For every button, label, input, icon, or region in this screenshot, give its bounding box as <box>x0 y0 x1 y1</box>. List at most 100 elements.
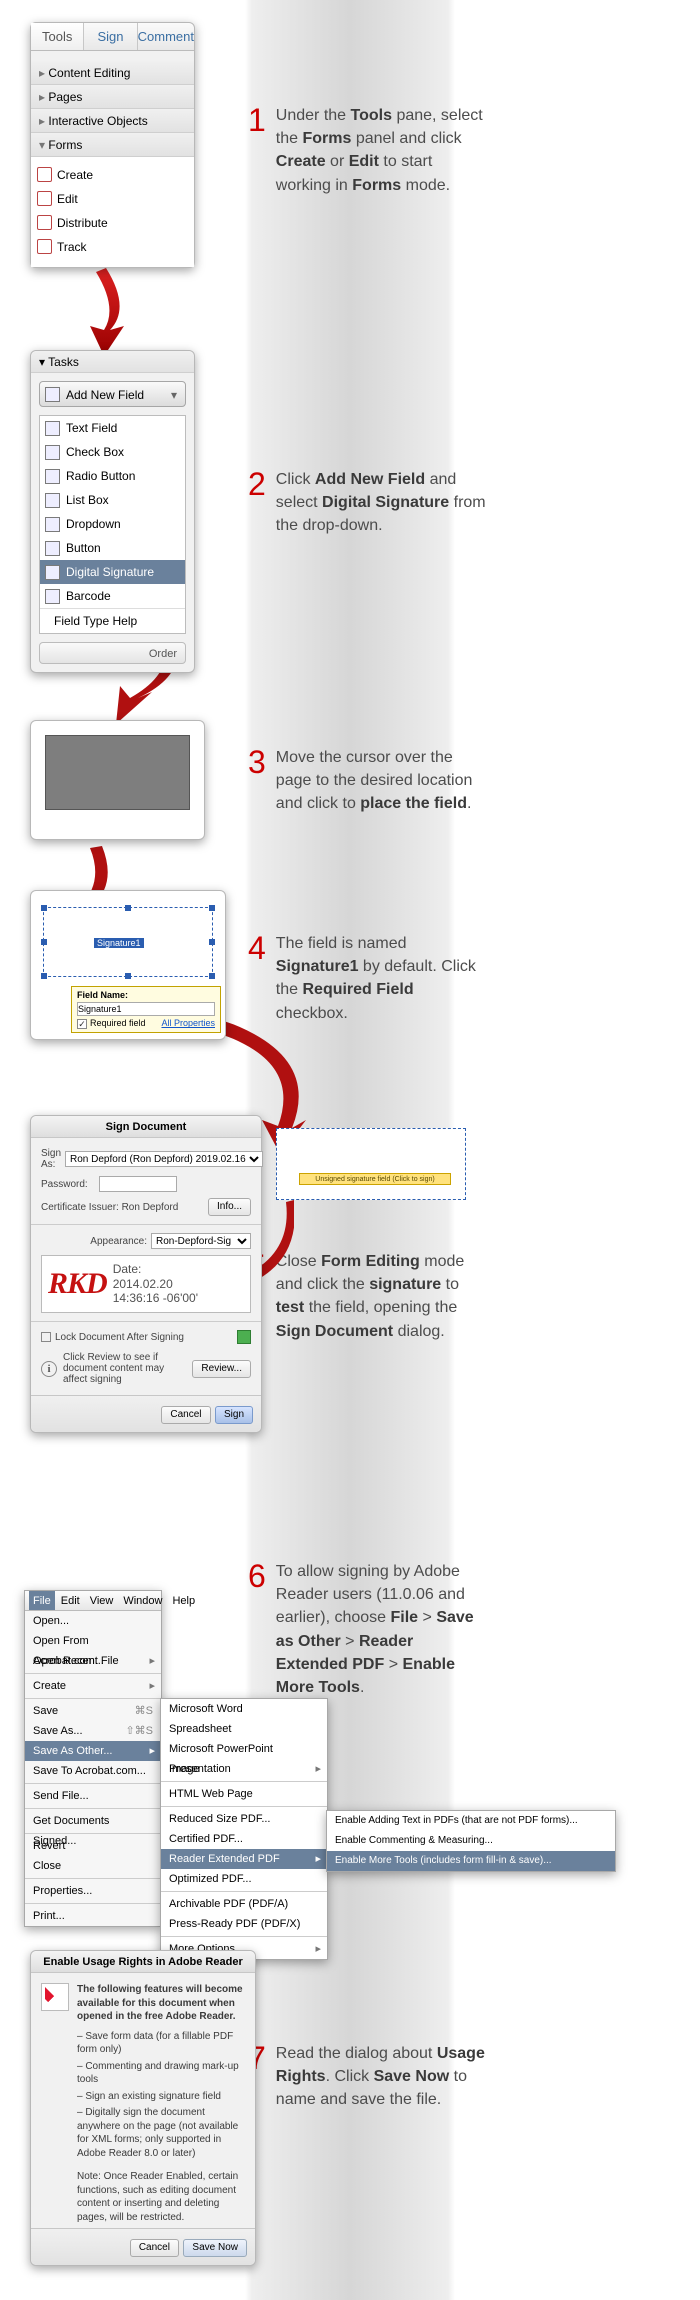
mi-properties[interactable]: Properties... <box>25 1881 161 1901</box>
mi-optimized[interactable]: Optimized PDF... <box>161 1869 327 1889</box>
usage-intro: The following features will become avail… <box>77 1983 245 2024</box>
step-text: Click Add New Field and select Digital S… <box>276 468 486 538</box>
tab-sign[interactable]: Sign <box>84 23 137 50</box>
usage-item: – Save form data (for a fillable PDF for… <box>77 2030 245 2057</box>
item-label: Digital Signature <box>66 565 154 579</box>
item-label: Distribute <box>57 216 108 230</box>
cancel-button[interactable]: Cancel <box>161 1406 210 1424</box>
textfield-icon <box>45 421 60 436</box>
mi-save-as[interactable]: Save As...⇧⌘S <box>25 1721 161 1741</box>
mi-ms-word[interactable]: Microsoft Word <box>161 1699 327 1719</box>
menu-view[interactable]: View <box>86 1591 118 1610</box>
field-type-help[interactable]: Field Type Help <box>40 609 185 633</box>
required-field-checkbox[interactable]: ✓ <box>77 1019 87 1029</box>
sign-as-select[interactable]: Ron Depford (Ron Depford) 2019.02.16 <box>65 1151 263 1167</box>
forms-edit[interactable]: Edit <box>31 187 194 211</box>
section-forms[interactable]: Forms <box>31 133 194 157</box>
mi-spreadsheet[interactable]: Spreadsheet <box>161 1719 327 1739</box>
mi-open-from-acrobat[interactable]: Open From Acrobat.com... <box>25 1631 161 1651</box>
field-barcode[interactable]: Barcode <box>40 584 185 608</box>
mi-enable-more-tools[interactable]: Enable More Tools (includes form fill-in… <box>327 1851 615 1871</box>
mi-save-to-acrobat[interactable]: Save To Acrobat.com... <box>25 1761 161 1781</box>
step-number: 3 <box>248 746 266 778</box>
field-name-label: Field Name: <box>77 990 215 1000</box>
info-icon: i <box>41 1361 57 1377</box>
review-button[interactable]: Review... <box>192 1360 251 1378</box>
menu-window[interactable]: Window <box>119 1591 166 1610</box>
sign-button[interactable]: Sign <box>215 1406 253 1424</box>
date-value: 2014.02.20 <box>113 1277 198 1291</box>
mi-certified[interactable]: Certified PDF... <box>161 1829 327 1849</box>
mi-create[interactable]: Create <box>25 1676 161 1696</box>
save-now-button[interactable]: Save Now <box>183 2239 247 2257</box>
field-digital-signature[interactable]: Digital Signature <box>40 560 185 584</box>
mi-image[interactable]: Image <box>161 1759 327 1779</box>
mi-save-as-other[interactable]: Save As Other... <box>25 1741 161 1761</box>
field-text[interactable]: Text Field <box>40 416 185 440</box>
field-radio[interactable]: Radio Button <box>40 464 185 488</box>
mi-archivable[interactable]: Archivable PDF (PDF/A) <box>161 1894 327 1914</box>
step-text: The field is named Signature1 by default… <box>276 932 486 1025</box>
required-field-label: Required field <box>90 1018 146 1028</box>
mi-ppt[interactable]: Microsoft PowerPoint Presentation <box>161 1739 327 1759</box>
menu-edit[interactable]: Edit <box>57 1591 84 1610</box>
signature-icon <box>45 565 60 580</box>
password-input[interactable] <box>99 1176 177 1192</box>
appearance-select[interactable]: Ron-Depford-Sig <box>151 1233 251 1249</box>
placeholder-field[interactable] <box>45 735 190 810</box>
all-properties-link[interactable]: All Properties <box>161 1018 215 1028</box>
field-checkbox[interactable]: Check Box <box>40 440 185 464</box>
section-interactive-objects[interactable]: Interactive Objects <box>31 109 194 133</box>
add-new-field-button[interactable]: Add New Field <box>39 381 186 407</box>
mi-send-file[interactable]: Send File... <box>25 1786 161 1806</box>
info-button[interactable]: Info... <box>208 1198 251 1216</box>
mi-get-docs-signed[interactable]: Get Documents Signed... <box>25 1811 161 1831</box>
signature-preview: RKD Date: 2014.02.20 14:36:16 -06'00' <box>41 1255 251 1313</box>
mi-open-recent[interactable]: Open Recent File <box>25 1651 161 1671</box>
tab-comment[interactable]: Comment <box>138 23 194 50</box>
field-listbox[interactable]: List Box <box>40 488 185 512</box>
menu-help[interactable]: Help <box>168 1591 199 1610</box>
field-button[interactable]: Button <box>40 536 185 560</box>
mi-reader-extended[interactable]: Reader Extended PDF <box>161 1849 327 1869</box>
usage-item: – Digitally sign the document anywhere o… <box>77 2106 245 2160</box>
mi-enable-commenting[interactable]: Enable Commenting & Measuring... <box>327 1831 615 1851</box>
step-1: 1 Under the Tools pane, select the Forms… <box>248 104 486 197</box>
mi-pressready[interactable]: Press-Ready PDF (PDF/X) <box>161 1914 327 1934</box>
forms-distribute[interactable]: Distribute <box>31 211 194 235</box>
tasks-header[interactable]: Tasks <box>31 351 194 373</box>
signature-monogram: RKD <box>48 1269 107 1299</box>
mi-enable-text[interactable]: Enable Adding Text in PDFs (that are not… <box>327 1811 615 1831</box>
cancel-button[interactable]: Cancel <box>130 2239 179 2257</box>
add-field-icon <box>45 387 60 402</box>
menu-file[interactable]: File <box>29 1591 55 1610</box>
section-pages[interactable]: Pages <box>31 85 194 109</box>
forms-create[interactable]: Create <box>31 163 194 187</box>
field-name-input[interactable] <box>77 1002 215 1016</box>
signature-field[interactable]: Signature1 <box>43 907 213 977</box>
place-field-preview <box>30 720 205 840</box>
order-button[interactable]: Order <box>39 642 186 664</box>
forms-track[interactable]: Track <box>31 235 194 259</box>
item-label: Save <box>33 1705 58 1717</box>
mi-print[interactable]: Print... <box>25 1906 161 1926</box>
mi-revert[interactable]: Revert <box>25 1836 161 1856</box>
mi-save[interactable]: Save⌘S <box>25 1701 161 1721</box>
signature-field-panel: Signature1 Field Name: ✓Required field A… <box>30 890 226 1040</box>
mi-close[interactable]: Close <box>25 1856 161 1876</box>
item-label: Radio Button <box>66 469 135 483</box>
section-content-editing[interactable]: Content Editing <box>31 61 194 85</box>
pane-tabs: Tools Sign Comment <box>31 23 194 51</box>
unsigned-signature-field[interactable]: Unsigned signature field (Click to sign) <box>276 1128 466 1200</box>
dialog-title: Enable Usage Rights in Adobe Reader <box>31 1951 255 1973</box>
step-number: 1 <box>248 104 266 136</box>
usage-item: – Sign an existing signature field <box>77 2090 245 2104</box>
field-dropdown[interactable]: Dropdown <box>40 512 185 536</box>
lock-checkbox[interactable] <box>41 1332 51 1342</box>
mi-reduced[interactable]: Reduced Size PDF... <box>161 1809 327 1829</box>
button-label: Add New Field <box>66 388 144 402</box>
form-icon <box>37 239 52 254</box>
mi-html[interactable]: HTML Web Page <box>161 1784 327 1804</box>
tab-tools[interactable]: Tools <box>31 23 84 50</box>
mi-open[interactable]: Open... <box>25 1611 161 1631</box>
